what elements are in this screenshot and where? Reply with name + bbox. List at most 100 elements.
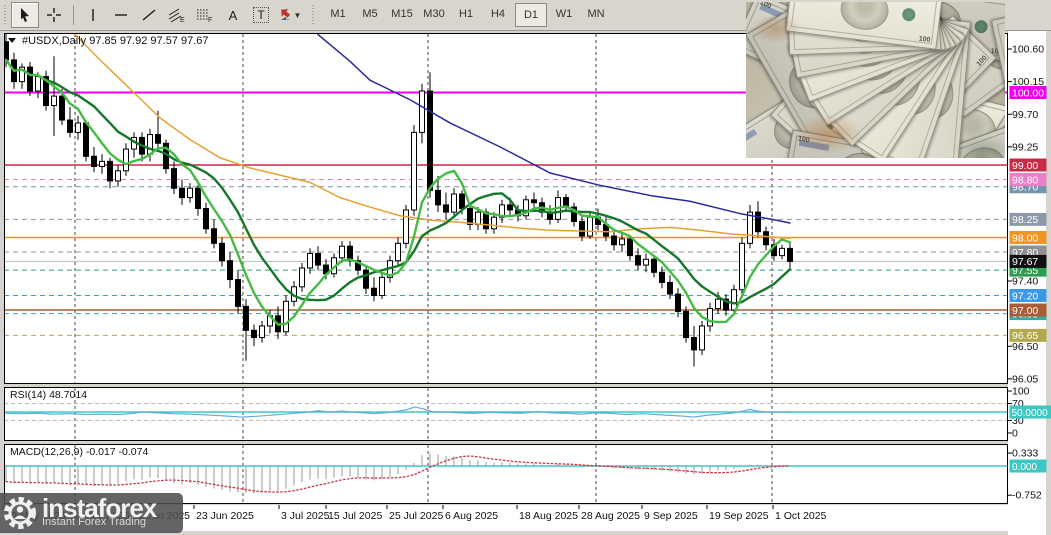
candle-body bbox=[76, 123, 81, 132]
macd-label: MACD(12,26,9) -0.017 -0.074 bbox=[10, 446, 148, 458]
tf-h4-label: H4 bbox=[491, 8, 505, 20]
candle-body bbox=[620, 239, 625, 245]
candle-body bbox=[436, 190, 441, 205]
candle-body bbox=[380, 277, 385, 295]
tf-m1-label: M1 bbox=[330, 8, 345, 20]
candle-body bbox=[172, 169, 177, 189]
candle-body bbox=[452, 194, 457, 212]
tf-mn-label: MN bbox=[587, 8, 604, 20]
label-tool-button[interactable]: T bbox=[248, 3, 274, 27]
svg-text:98.00: 98.00 bbox=[1012, 232, 1038, 244]
price-badge-96.65: 96.65 bbox=[1010, 329, 1047, 342]
candle-body bbox=[676, 294, 681, 311]
tf-h1-button[interactable]: H1 bbox=[451, 3, 481, 25]
channel-icon: E bbox=[168, 7, 186, 23]
candle-body bbox=[260, 326, 265, 338]
label-tool-letter: T bbox=[253, 7, 268, 23]
candle-body bbox=[492, 217, 497, 229]
tf-m5-button[interactable]: M5 bbox=[355, 3, 385, 25]
candle-body bbox=[636, 256, 641, 265]
candle-body bbox=[668, 282, 673, 294]
svg-text:97.67: 97.67 bbox=[1012, 256, 1038, 268]
trendline-tool-button[interactable] bbox=[136, 3, 162, 27]
tf-m30-label: M30 bbox=[423, 8, 444, 20]
tf-d1-button[interactable]: D1 bbox=[515, 3, 547, 27]
chevron-down-icon: ▼ bbox=[294, 11, 302, 20]
macd-pane-splitter[interactable] bbox=[4, 442, 1008, 444]
equidistant-channel-tool-button[interactable]: E bbox=[164, 3, 190, 27]
cursor-tool-button[interactable] bbox=[11, 2, 39, 28]
price-badge-99.00: 99.00 bbox=[1010, 159, 1047, 172]
candle-body bbox=[220, 243, 225, 260]
candle-body bbox=[412, 132, 417, 210]
rsi-label: RSI(14) 48.7014 bbox=[10, 389, 87, 401]
candle-body bbox=[244, 306, 249, 330]
svg-text:50.0000: 50.0000 bbox=[1012, 408, 1049, 419]
candle-body bbox=[116, 171, 121, 181]
candle-body bbox=[644, 259, 649, 265]
instaforex-watermark: instaforex Instant Forex Trading bbox=[0, 493, 183, 533]
tf-m30-button[interactable]: M30 bbox=[419, 3, 449, 25]
candle-body bbox=[468, 209, 473, 225]
svg-text:0.000: 0.000 bbox=[1012, 462, 1037, 473]
tf-h4-button[interactable]: H4 bbox=[483, 3, 513, 25]
candle-body bbox=[188, 188, 193, 197]
date-label: 15 Jul 2025 bbox=[328, 510, 382, 522]
candle-body bbox=[316, 253, 321, 265]
tf-m1-button[interactable]: M1 bbox=[323, 3, 353, 25]
rsi-mid-badge: 50.0000 bbox=[1010, 406, 1051, 419]
price-badge-98.25: 98.25 bbox=[1010, 213, 1047, 226]
candle-body bbox=[372, 288, 377, 295]
candle-body bbox=[124, 149, 129, 171]
vertical-line-icon bbox=[85, 7, 101, 23]
candle-body bbox=[716, 299, 721, 308]
toolbar-drag-handle[interactable] bbox=[3, 5, 7, 25]
candle-body bbox=[84, 123, 89, 156]
toolbar-drag-handle-2[interactable] bbox=[311, 5, 315, 25]
candle-body bbox=[460, 194, 465, 209]
svg-text:98.25: 98.25 bbox=[1012, 214, 1038, 226]
date-label: 3 Jul 2025 bbox=[281, 510, 330, 522]
tf-w1-label: W1 bbox=[556, 8, 573, 20]
candle-body bbox=[404, 210, 409, 243]
candle-body bbox=[476, 212, 481, 224]
crosshair-tool-button[interactable] bbox=[41, 3, 67, 27]
vertical-line-tool-button[interactable] bbox=[80, 3, 106, 27]
candle-body bbox=[684, 311, 689, 337]
candle-body bbox=[700, 326, 705, 350]
candle-body bbox=[612, 236, 617, 245]
rsi-pane-splitter[interactable] bbox=[4, 385, 1008, 387]
svg-text:97.00: 97.00 bbox=[1012, 305, 1038, 317]
logo-brand-text: instaforex bbox=[42, 498, 156, 518]
tf-d1-label: D1 bbox=[524, 9, 538, 21]
fibonacci-tool-button[interactable]: F bbox=[192, 3, 218, 27]
candle-body bbox=[420, 91, 425, 132]
date-label: 9 Sep 2025 bbox=[644, 510, 698, 522]
toolbar-separator bbox=[73, 5, 74, 25]
cursor-icon bbox=[17, 7, 33, 23]
price-tick-label: 99.25 bbox=[1012, 141, 1038, 153]
date-label: 23 Jun 2025 bbox=[196, 510, 254, 522]
candle-body bbox=[780, 248, 785, 255]
candle-body bbox=[740, 243, 745, 289]
tf-w1-button[interactable]: W1 bbox=[549, 3, 579, 25]
chart-header: #USDX,Daily 97.85 97.92 97.57 97.67 bbox=[8, 35, 209, 47]
price-badge-97.20: 97.20 bbox=[1010, 289, 1047, 302]
macd-tick-label: -0.752 bbox=[1012, 490, 1042, 502]
candle-body bbox=[444, 205, 449, 212]
tf-mn-button[interactable]: MN bbox=[581, 3, 611, 25]
text-tool-button[interactable]: A bbox=[220, 3, 246, 27]
svg-text:E: E bbox=[180, 17, 185, 23]
arrows-tool-button[interactable]: ▼ bbox=[276, 3, 302, 27]
candle-body bbox=[628, 239, 633, 256]
candle-body bbox=[196, 188, 201, 208]
tf-m15-label: M15 bbox=[391, 8, 412, 20]
horizontal-line-tool-button[interactable] bbox=[108, 3, 134, 27]
candle-body bbox=[228, 261, 233, 280]
instaforex-gear-icon bbox=[0, 494, 40, 532]
tf-m15-button[interactable]: M15 bbox=[387, 3, 417, 25]
candle-body bbox=[52, 96, 57, 105]
candle-body bbox=[36, 77, 41, 92]
date-label: 1 Oct 2025 bbox=[775, 510, 827, 522]
fibonacci-icon: F bbox=[196, 7, 214, 23]
